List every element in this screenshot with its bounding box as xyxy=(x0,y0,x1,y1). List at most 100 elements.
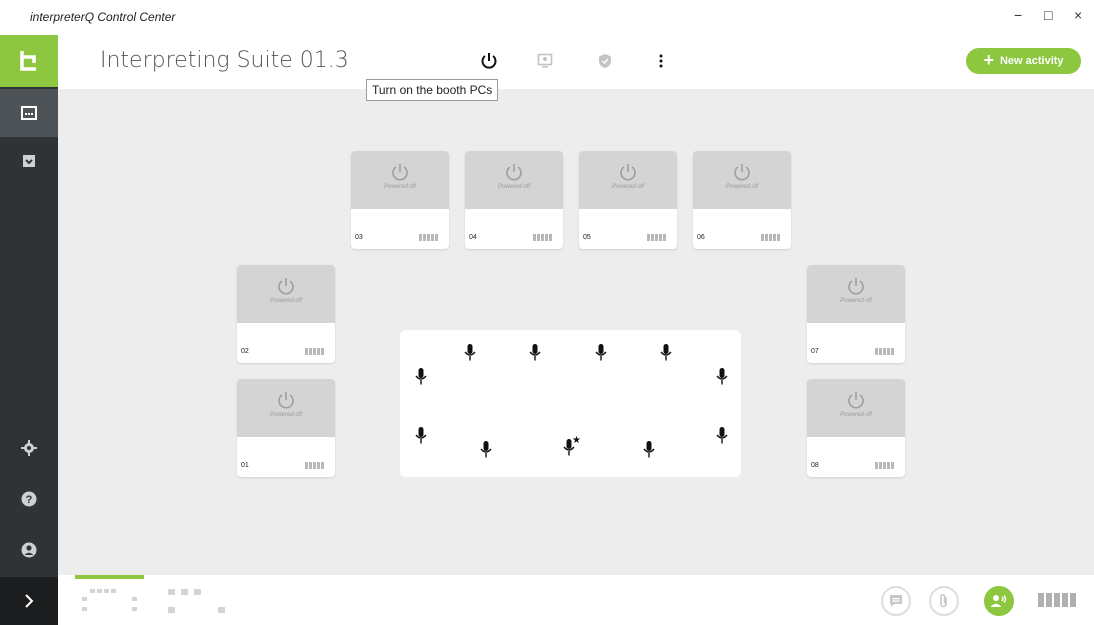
logo-icon xyxy=(20,51,36,71)
microphone-icon[interactable] xyxy=(716,427,728,445)
microphone-icon[interactable] xyxy=(415,427,427,445)
power-booths-button[interactable] xyxy=(477,49,501,73)
app-title: interpreterQ Control Center xyxy=(30,10,176,24)
booth-card[interactable]: Powered off 02 xyxy=(237,265,335,363)
booth-status: Powered off xyxy=(725,184,759,190)
microphone-icon[interactable] xyxy=(529,344,541,362)
sidebar-item-help[interactable]: ? xyxy=(0,475,58,523)
active-tab-indicator xyxy=(75,575,144,579)
booth-number: 04 xyxy=(469,234,477,241)
booth-status: Powered off xyxy=(839,298,873,304)
audience-icon xyxy=(990,595,1007,607)
power-icon xyxy=(506,164,522,181)
help-icon: ? xyxy=(21,491,37,507)
booth-card[interactable]: Powered off 05 xyxy=(579,151,677,249)
header: Interpreting Suite 01.3 + New activity xyxy=(58,35,1094,89)
bottom-bar xyxy=(58,575,1094,625)
chevron-right-icon xyxy=(25,594,34,608)
booth-number: 07 xyxy=(811,348,819,355)
monitor-button[interactable] xyxy=(533,49,557,73)
minimize-button[interactable]: − xyxy=(1014,7,1022,23)
power-icon xyxy=(620,164,636,181)
booth-status: Powered off xyxy=(611,184,645,190)
layout-view-tab[interactable] xyxy=(82,587,142,622)
booth-level-meter xyxy=(647,234,666,241)
chat-icon xyxy=(890,595,902,607)
sidebar-item-console[interactable] xyxy=(0,89,58,137)
power-icon xyxy=(278,278,294,295)
booth-level-meter xyxy=(533,234,552,241)
booth-status-panel: Powered off xyxy=(465,151,563,209)
booth-level-meter xyxy=(419,234,438,241)
booth-number: 05 xyxy=(583,234,591,241)
power-icon xyxy=(734,164,750,181)
booth-status-panel: Powered off xyxy=(807,265,905,323)
grid-view-tab[interactable] xyxy=(166,587,226,622)
power-icon xyxy=(848,278,864,295)
expand-sidebar-button[interactable] xyxy=(0,577,58,625)
chair-star-icon: ★ xyxy=(572,435,581,446)
booth-card[interactable]: Powered off 01 xyxy=(237,379,335,477)
archive-icon xyxy=(23,155,35,167)
booth-status-panel: Powered off xyxy=(237,265,335,323)
logo[interactable] xyxy=(0,35,58,87)
booth-card[interactable]: Powered off 04 xyxy=(465,151,563,249)
booth-number: 02 xyxy=(241,348,249,355)
sidebar-item-settings[interactable] xyxy=(0,424,58,472)
booth-level-meter xyxy=(305,462,324,469)
more-menu-button[interactable] xyxy=(649,49,673,73)
microphone-icon[interactable] xyxy=(716,368,728,386)
chat-button[interactable] xyxy=(881,586,911,616)
tooltip: Turn on the booth PCs xyxy=(366,79,499,101)
microphone-icon[interactable] xyxy=(480,441,492,459)
microphone-icon[interactable] xyxy=(660,344,672,362)
booth-level-meter xyxy=(875,462,894,469)
booth-card[interactable]: Powered off 08 xyxy=(807,379,905,477)
shield-icon xyxy=(599,54,611,68)
svg-text:?: ? xyxy=(26,494,33,506)
attachment-button[interactable] xyxy=(929,586,959,616)
booth-status-panel: Powered off xyxy=(579,151,677,209)
power-icon xyxy=(481,53,497,69)
booth-card[interactable]: Powered off 07 xyxy=(807,265,905,363)
maximize-button[interactable]: □ xyxy=(1044,7,1052,23)
grid-view-icon xyxy=(168,589,225,613)
layout-view-icon xyxy=(82,589,137,611)
power-icon xyxy=(848,392,864,409)
audio-level-meter xyxy=(1038,593,1076,607)
booth-status: Powered off xyxy=(497,184,531,190)
sidebar-item-account[interactable] xyxy=(0,526,58,574)
booth-level-meter xyxy=(761,234,780,241)
new-activity-button[interactable]: + New activity xyxy=(966,48,1081,74)
booth-status: Powered off xyxy=(269,412,303,418)
microphone-icon[interactable] xyxy=(415,368,427,386)
audience-button[interactable] xyxy=(984,586,1014,616)
booth-number: 06 xyxy=(697,234,705,241)
gear-icon xyxy=(21,440,37,456)
user-icon xyxy=(21,542,37,558)
booth-card[interactable]: Powered off 03 xyxy=(351,151,449,249)
microphone-icon[interactable] xyxy=(595,344,607,362)
new-activity-label: New activity xyxy=(999,55,1064,67)
booth-level-meter xyxy=(305,348,324,355)
title-bar: interpreterQ Control Center − □ × xyxy=(0,0,1094,35)
sidebar: ? xyxy=(0,35,58,625)
monitor-icon xyxy=(537,53,553,68)
attachment-icon xyxy=(940,593,947,608)
microphone-icon[interactable] xyxy=(464,344,476,362)
security-button[interactable] xyxy=(593,49,617,73)
booth-status: Powered off xyxy=(839,412,873,418)
booth-number: 08 xyxy=(811,462,819,469)
conference-table: ★ xyxy=(400,330,741,477)
page-title: Interpreting Suite 01.3 xyxy=(100,48,349,73)
plus-icon: + xyxy=(983,49,994,70)
power-icon xyxy=(278,392,294,409)
microphone-icon[interactable] xyxy=(643,441,655,459)
booth-card[interactable]: Powered off 06 xyxy=(693,151,791,249)
sidebar-item-archive[interactable] xyxy=(0,137,58,185)
booth-status-panel: Powered off xyxy=(693,151,791,209)
booth-level-meter xyxy=(875,348,894,355)
booth-status: Powered off xyxy=(383,184,417,190)
close-button[interactable]: × xyxy=(1074,7,1082,23)
power-icon xyxy=(392,164,408,181)
